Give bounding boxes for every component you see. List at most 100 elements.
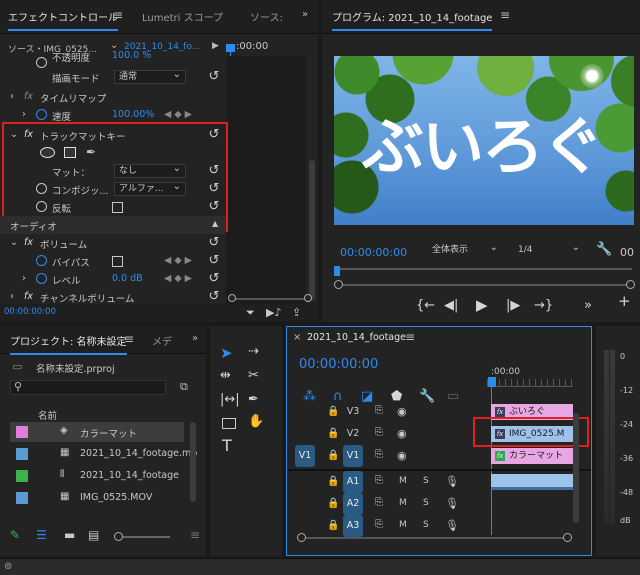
tab-lumetri-scopes[interactable]: Lumetri スコープ <box>142 9 223 24</box>
panel-menu-icon[interactable]: ≡ <box>124 332 134 346</box>
timeline-zoom-bar[interactable] <box>303 537 569 539</box>
track-a2[interactable]: 🔒 A2 ⎘ M S 🎙 <box>287 493 487 515</box>
track-v1[interactable]: V1 🔒 V1 ⎘ ◉ <box>287 445 487 467</box>
tab-source[interactable]: ソース: <box>250 9 283 24</box>
sequence-title[interactable]: 2021_10_14_footage <box>307 332 406 343</box>
zoom-handle-right[interactable] <box>304 294 312 302</box>
program-playhead[interactable] <box>334 266 340 276</box>
freeform-view-icon[interactable]: ▤ <box>88 528 99 542</box>
eye-icon[interactable]: ◉ <box>397 449 407 462</box>
opacity-value[interactable]: 100.0 % <box>112 50 151 61</box>
invert-checkbox[interactable] <box>112 202 123 213</box>
reset-icon[interactable]: ↺ <box>206 181 222 197</box>
stopwatch-icon[interactable] <box>36 255 47 266</box>
filter-icon[interactable]: ⏷ <box>246 306 255 320</box>
project-scrollbar[interactable] <box>190 422 196 502</box>
tab-media[interactable]: メデ <box>152 333 172 348</box>
zoom-slider[interactable] <box>232 298 310 300</box>
track-label[interactable]: V3 <box>343 401 363 423</box>
tab-effect-controls[interactable]: エフェクトコントロール <box>8 9 118 31</box>
rectangle-mask-icon[interactable] <box>64 147 76 158</box>
reset-icon[interactable]: ↺ <box>206 199 222 215</box>
program-title[interactable]: プログラム: 2021_10_14_footage <box>332 9 493 31</box>
program-video-frame[interactable]: ぶいろぐ <box>334 56 634 225</box>
panel-menu-icon[interactable]: ≡ <box>405 330 415 344</box>
level-value[interactable]: 0.0 dB <box>112 273 143 284</box>
mic-icon[interactable]: 🎙 <box>445 497 459 510</box>
collapse-up-icon[interactable]: ▲ <box>212 219 218 228</box>
selection-tool-icon[interactable]: ➤ <box>220 344 233 362</box>
expand-chevron-icon[interactable]: ⌄ <box>10 237 18 248</box>
sync-icon[interactable]: ⎘ <box>375 427 383 438</box>
name-column-header[interactable]: 名前 <box>38 408 57 422</box>
reset-icon[interactable]: ↺ <box>206 289 222 305</box>
keyframe-nav-icon[interactable]: ◀ ◆ ▶ <box>164 273 192 284</box>
zoom-slider[interactable] <box>118 536 170 538</box>
audio-section-header[interactable]: オーディオ ▲ <box>0 216 226 234</box>
project-item-row[interactable]: ▦ 2021_10_14_footage.mp <box>10 444 197 464</box>
panel-menu-icon[interactable]: ≡ <box>190 528 200 542</box>
sync-icon[interactable]: ⎘ <box>375 405 383 416</box>
collapse-chevron-icon[interactable]: ⌄ <box>10 129 18 140</box>
more-tabs-icon[interactable]: » <box>192 333 198 344</box>
status-icon[interactable]: ⊚ <box>4 561 12 572</box>
mute-button[interactable]: M <box>399 520 407 530</box>
lock-icon[interactable]: 🔒 <box>327 406 339 417</box>
matte-dropdown[interactable]: なし <box>114 164 186 178</box>
track-label[interactable]: A1 <box>343 471 363 493</box>
stopwatch-icon[interactable] <box>36 201 47 212</box>
stopwatch-icon[interactable] <box>36 109 47 120</box>
export-icon[interactable]: ⇪ <box>292 306 301 319</box>
track-select-tool-icon[interactable]: ⇢ <box>248 344 259 359</box>
ellipse-mask-icon[interactable] <box>40 147 55 158</box>
solo-button[interactable]: S <box>423 498 429 508</box>
project-item-row[interactable]: ◈ カラーマット <box>10 422 184 442</box>
track-label[interactable]: A2 <box>343 493 363 515</box>
pen-mask-icon[interactable]: ✒ <box>86 145 96 159</box>
source-patch[interactable]: V1 <box>295 445 315 467</box>
lock-icon[interactable]: 🔒 <box>327 476 339 487</box>
mute-button[interactable]: M <box>399 498 407 508</box>
effect-controls-scrollbar[interactable] <box>309 160 315 300</box>
speed-value[interactable]: 100.00% <box>112 109 154 120</box>
track-label[interactable]: A3 <box>343 515 363 537</box>
stopwatch-icon[interactable] <box>36 273 47 284</box>
track-a3[interactable]: 🔒 A3 ⎘ M S 🎙 <box>287 515 487 537</box>
timeline-ruler[interactable] <box>487 379 573 387</box>
expand-chevron-icon[interactable]: › <box>22 109 26 120</box>
reset-icon[interactable]: ↺ <box>206 163 222 179</box>
program-zoom-bar[interactable] <box>338 284 630 286</box>
track-label[interactable]: V2 <box>343 423 363 445</box>
ripple-edit-tool-icon[interactable]: ⇹ <box>220 368 231 383</box>
new-bin-from-search-icon[interactable]: ⧉ <box>180 380 188 394</box>
zoom-dropdown[interactable]: 全体表示 <box>428 244 502 259</box>
timeline-clip[interactable]: fx カラーマット <box>491 448 573 464</box>
stopwatch-icon[interactable] <box>36 183 47 194</box>
track-v3[interactable]: 🔒 V3 ⎘ ◉ <box>287 401 487 423</box>
more-controls-icon[interactable]: » <box>584 298 592 313</box>
zoom-handle-left[interactable] <box>228 294 236 302</box>
program-timecode[interactable]: 00:00:00:00 <box>340 246 407 259</box>
type-tool-icon[interactable]: T <box>222 436 232 455</box>
hand-tool-icon[interactable]: ✋ <box>248 414 264 429</box>
mic-icon[interactable]: 🎙 <box>445 519 459 532</box>
mic-icon[interactable]: 🎙 <box>445 475 459 488</box>
go-to-out-icon[interactable]: →} <box>534 298 553 313</box>
add-button-icon[interactable]: + <box>618 292 631 310</box>
sync-icon[interactable]: ⎘ <box>375 519 383 530</box>
solo-button[interactable]: S <box>423 476 429 486</box>
reset-icon[interactable]: ↺ <box>206 127 222 143</box>
sync-icon[interactable]: ⎘ <box>375 449 383 460</box>
sync-icon[interactable]: ⎘ <box>375 497 383 508</box>
reset-icon[interactable]: ↺ <box>206 253 222 269</box>
more-tabs-icon[interactable]: » <box>302 9 308 20</box>
sync-icon[interactable]: ⎘ <box>375 475 383 486</box>
timeline-timecode[interactable]: 00:00:00:00 <box>299 357 378 372</box>
razor-tool-icon[interactable]: ✂ <box>248 368 259 383</box>
solo-button[interactable]: S <box>423 520 429 530</box>
project-item-row[interactable]: ⫴ 2021_10_14_footage <box>10 466 184 486</box>
mute-button[interactable]: M <box>399 476 407 486</box>
close-icon[interactable]: × <box>293 332 301 343</box>
stopwatch-icon[interactable] <box>36 57 47 68</box>
zoom-handle-left[interactable] <box>297 533 306 542</box>
